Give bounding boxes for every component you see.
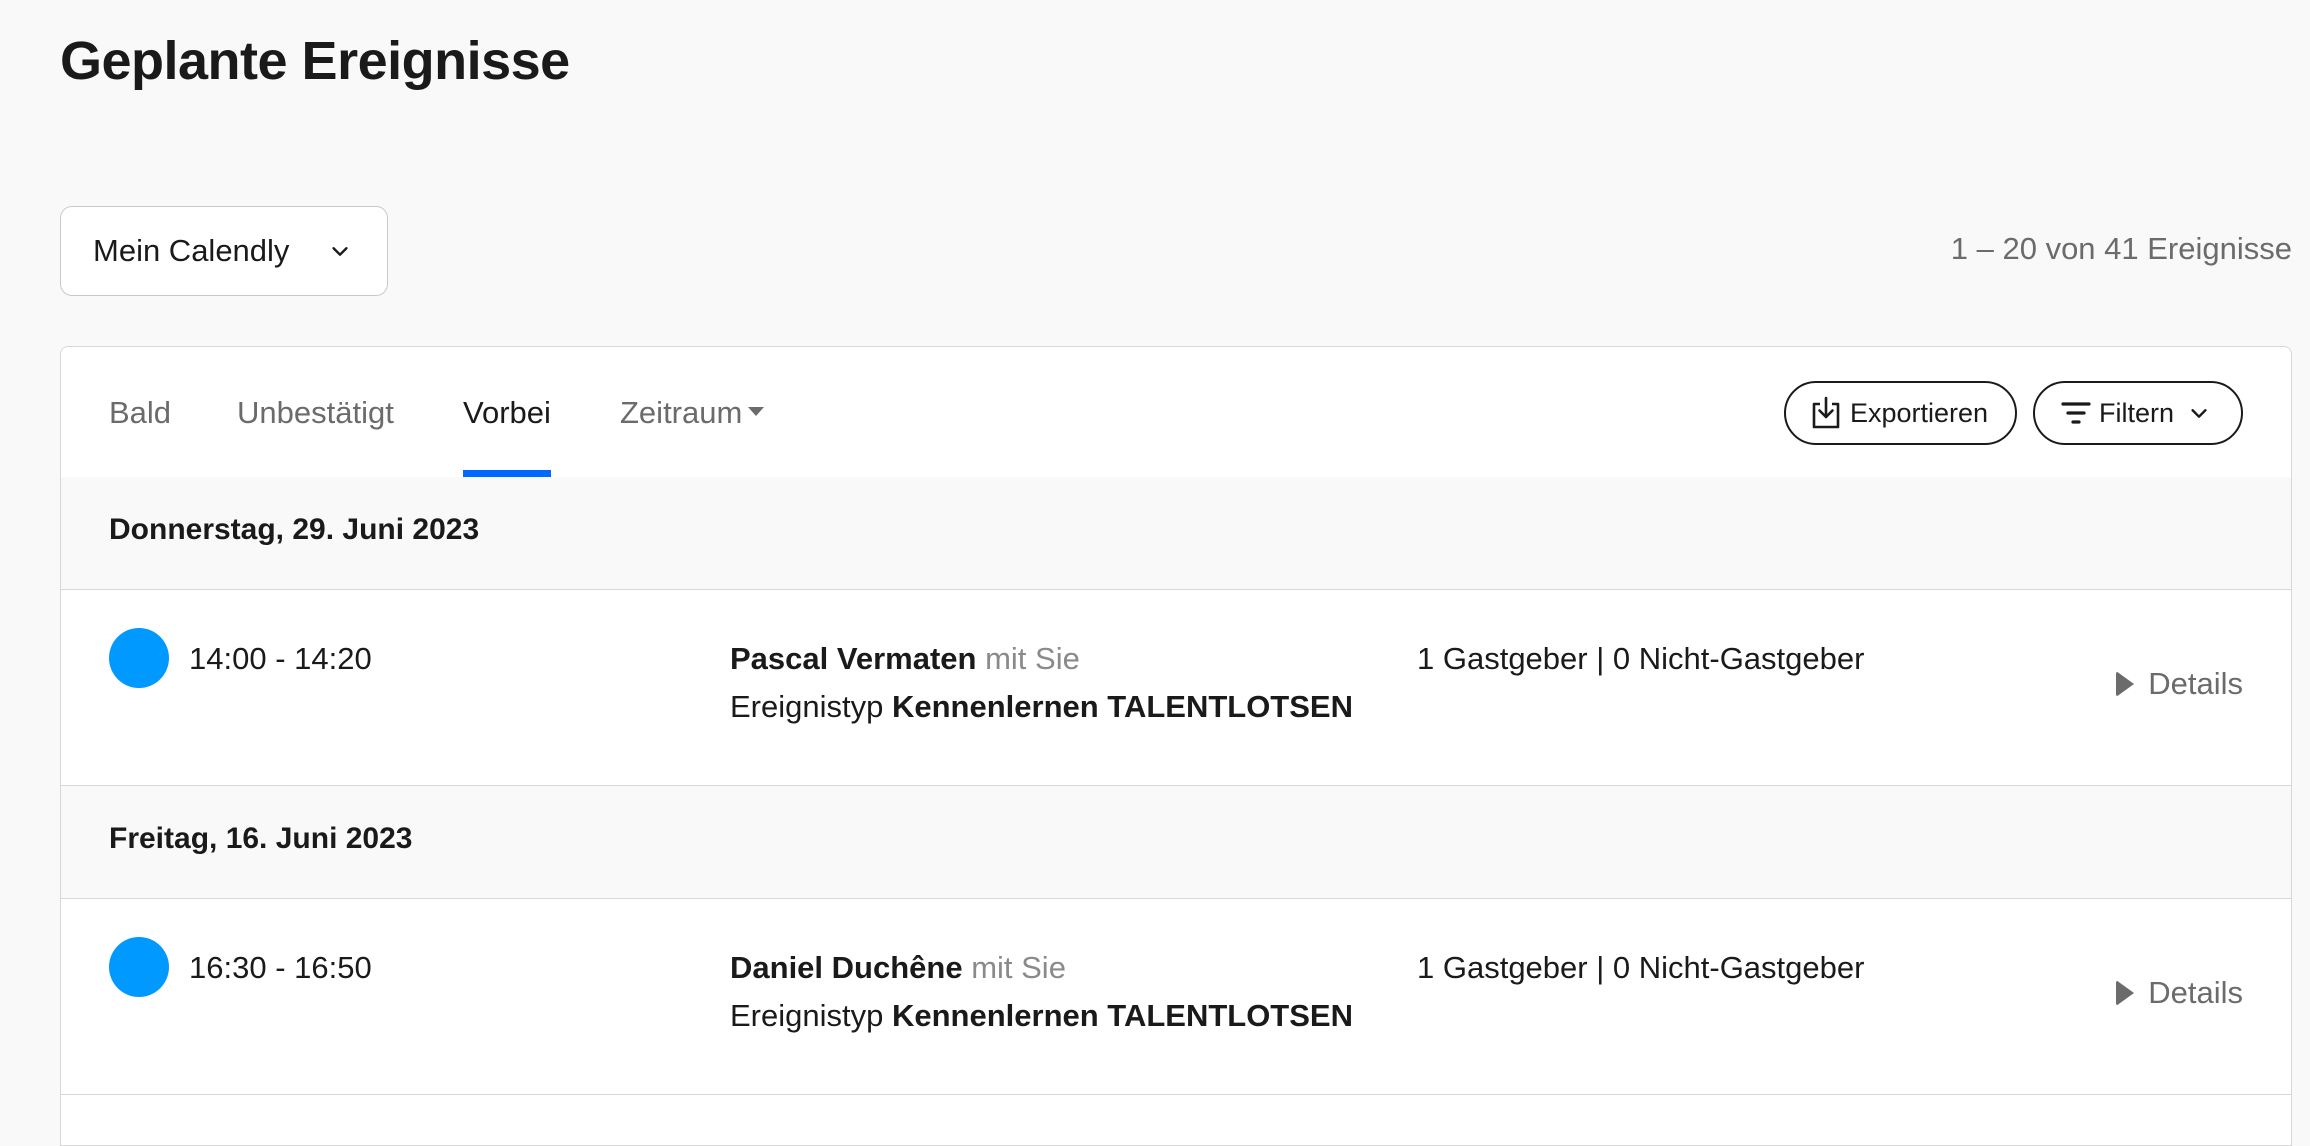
tab-label: Zeitraum bbox=[620, 395, 743, 430]
tab-label: Vorbei bbox=[463, 395, 551, 430]
day-header: Freitag, 16. Juni 2023 bbox=[61, 786, 2291, 899]
tab-label: Bald bbox=[109, 395, 172, 430]
calendar-select-value: Mein Calendly bbox=[93, 233, 290, 268]
invitee-with-text: mit Sie bbox=[971, 950, 1066, 985]
event-color-dot bbox=[109, 628, 169, 688]
day-date-label: Freitag, 16. Juni 2023 bbox=[109, 822, 413, 855]
tab-bar: Bald Unbestätigt Vorbei Zeitraum Exporti… bbox=[61, 347, 2291, 478]
export-button[interactable]: Exportieren bbox=[1784, 381, 2017, 445]
tab-zeitraum[interactable]: Zeitraum bbox=[620, 395, 765, 477]
export-label: Exportieren bbox=[1850, 397, 1989, 428]
tab-bald[interactable]: Bald bbox=[109, 395, 171, 477]
chevron-down-icon bbox=[332, 247, 348, 256]
event-hosts: 1 Gastgeber | 0 Nicht-Gastgeber bbox=[1417, 950, 1865, 985]
event-type-prefix: Ereignistyp bbox=[730, 998, 884, 1033]
caret-down-icon bbox=[748, 407, 765, 417]
event-type-name: Kennenlernen TALENTLOTSEN bbox=[891, 998, 1353, 1033]
invitee-name: Daniel Duchêne bbox=[730, 950, 963, 985]
event-hosts: 1 Gastgeber | 0 Nicht-Gastgeber bbox=[1417, 641, 1865, 676]
event-row[interactable]: 16:30 - 16:50 Daniel Duchêne mit Sie Ere… bbox=[61, 899, 2291, 1095]
filter-button[interactable]: Filtern bbox=[2033, 381, 2243, 445]
event-row[interactable]: 14:00 - 14:20 Pascal Vermaten mit Sie Er… bbox=[61, 590, 2291, 786]
filter-label: Filtern bbox=[2099, 397, 2175, 428]
invitee-with-text: mit Sie bbox=[985, 641, 1080, 676]
page-title: Geplante Ereignisse bbox=[60, 31, 570, 91]
caret-right-icon bbox=[2116, 980, 2135, 1006]
event-invitee-line: Pascal Vermaten mit Sie bbox=[730, 641, 1080, 677]
filter-icon bbox=[2061, 402, 2091, 424]
tab-unbestaetigt[interactable]: Unbestätigt bbox=[237, 395, 394, 477]
tab-label: Unbestätigt bbox=[237, 395, 394, 430]
event-count: 1 – 20 von 41 Ereignisse bbox=[1950, 231, 2292, 266]
details-toggle[interactable]: Details bbox=[2116, 666, 2243, 702]
caret-right-icon bbox=[2116, 671, 2135, 697]
event-type-name: Kennenlernen TALENTLOTSEN bbox=[891, 689, 1353, 724]
event-invitee-line: Daniel Duchêne mit Sie bbox=[730, 950, 1066, 986]
event-type-line: Ereignistyp Kennenlernen TALENTLOTSEN bbox=[730, 998, 1353, 1034]
details-label: Details bbox=[2148, 666, 2243, 701]
day-date-label: Donnerstag, 29. Juni 2023 bbox=[109, 513, 480, 546]
details-toggle[interactable]: Details bbox=[2116, 975, 2243, 1011]
event-type-prefix: Ereignistyp bbox=[730, 689, 884, 724]
event-color-dot bbox=[109, 937, 169, 997]
chevron-down-icon bbox=[2191, 409, 2207, 418]
tab-vorbei[interactable]: Vorbei bbox=[463, 395, 551, 477]
details-label: Details bbox=[2148, 975, 2243, 1010]
event-time: 14:00 - 14:20 bbox=[189, 641, 372, 676]
events-card: Bald Unbestätigt Vorbei Zeitraum Exporti… bbox=[60, 346, 2292, 1146]
invitee-name: Pascal Vermaten bbox=[730, 641, 977, 676]
download-icon bbox=[1812, 396, 1840, 429]
calendar-select-dropdown[interactable]: Mein Calendly bbox=[60, 206, 388, 296]
event-time: 16:30 - 16:50 bbox=[189, 950, 372, 985]
event-type-line: Ereignistyp Kennenlernen TALENTLOTSEN bbox=[730, 689, 1353, 725]
day-header: Donnerstag, 29. Juni 2023 bbox=[61, 477, 2291, 590]
